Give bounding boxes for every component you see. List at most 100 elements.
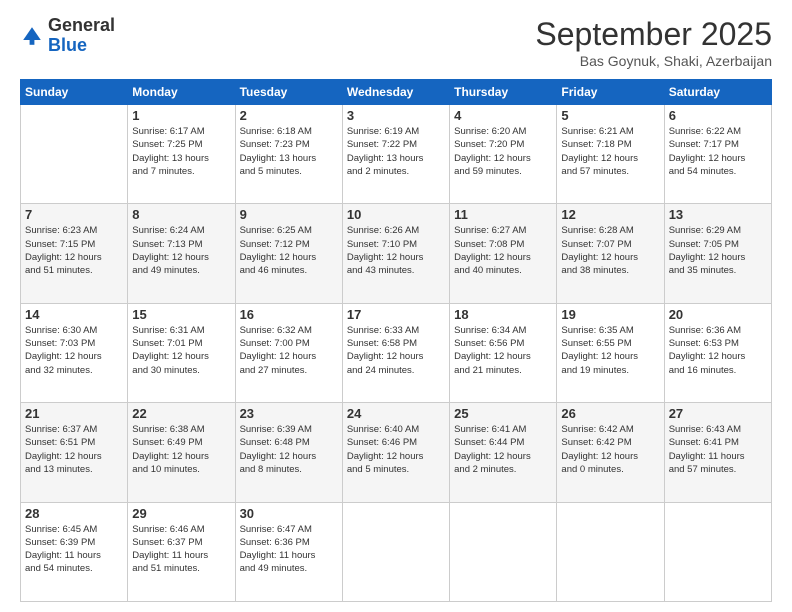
day-info: Sunrise: 6:36 AMSunset: 6:53 PMDaylight:… xyxy=(669,324,767,377)
day-number: 14 xyxy=(25,307,123,322)
calendar-day-cell: 22 Sunrise: 6:38 AMSunset: 6:49 PMDayligh… xyxy=(128,403,235,502)
logo-icon xyxy=(20,24,44,48)
calendar-day-cell: 12 Sunrise: 6:28 AMSunset: 7:07 PMDayligh… xyxy=(557,204,664,303)
day-number: 21 xyxy=(25,406,123,421)
logo: General Blue xyxy=(20,16,115,56)
page: General Blue September 2025 Bas Goynuk, … xyxy=(0,0,792,612)
calendar-day-header: Sunday xyxy=(21,80,128,105)
day-info: Sunrise: 6:28 AMSunset: 7:07 PMDaylight:… xyxy=(561,224,659,277)
calendar-day-cell: 14 Sunrise: 6:30 AMSunset: 7:03 PMDayligh… xyxy=(21,303,128,402)
calendar-day-cell: 8 Sunrise: 6:24 AMSunset: 7:13 PMDaylight… xyxy=(128,204,235,303)
calendar-week-row: 28 Sunrise: 6:45 AMSunset: 6:39 PMDayligh… xyxy=(21,502,772,601)
calendar-day-cell: 15 Sunrise: 6:31 AMSunset: 7:01 PMDayligh… xyxy=(128,303,235,402)
calendar-day-header: Friday xyxy=(557,80,664,105)
calendar-day-header: Wednesday xyxy=(342,80,449,105)
day-number: 22 xyxy=(132,406,230,421)
logo-blue: Blue xyxy=(48,35,87,55)
calendar-week-row: 14 Sunrise: 6:30 AMSunset: 7:03 PMDayligh… xyxy=(21,303,772,402)
day-number: 29 xyxy=(132,506,230,521)
calendar-day-cell: 23Sunrise: 6:39 AMSunset: 6:48 PMDayligh… xyxy=(235,403,342,502)
day-info: Sunrise: 6:41 AMSunset: 6:44 PMDaylight:… xyxy=(454,423,552,476)
day-info: Sunrise: 6:30 AMSunset: 7:03 PMDaylight:… xyxy=(25,324,123,377)
day-number: 20 xyxy=(669,307,767,322)
calendar-day-cell: 1 Sunrise: 6:17 AMSunset: 7:25 PMDaylight… xyxy=(128,105,235,204)
day-number: 9 xyxy=(240,207,338,222)
calendar-day-cell: 6 Sunrise: 6:22 AMSunset: 7:17 PMDaylight… xyxy=(664,105,771,204)
calendar-day-cell: 2 Sunrise: 6:18 AMSunset: 7:23 PMDaylight… xyxy=(235,105,342,204)
month-title: September 2025 xyxy=(535,16,772,53)
day-number: 3 xyxy=(347,108,445,123)
day-info: Sunrise: 6:47 AMSunset: 6:36 PMDaylight:… xyxy=(240,523,338,576)
calendar-day-cell: 27 Sunrise: 6:43 AMSunset: 6:41 PMDayligh… xyxy=(664,403,771,502)
calendar-day-cell: 17Sunrise: 6:33 AMSunset: 6:58 PMDayligh… xyxy=(342,303,449,402)
calendar-day-cell: 5 Sunrise: 6:21 AMSunset: 7:18 PMDaylight… xyxy=(557,105,664,204)
calendar-day-cell: 10Sunrise: 6:26 AMSunset: 7:10 PMDayligh… xyxy=(342,204,449,303)
day-number: 27 xyxy=(669,406,767,421)
day-info: Sunrise: 6:24 AMSunset: 7:13 PMDaylight:… xyxy=(132,224,230,277)
day-number: 25 xyxy=(454,406,552,421)
day-number: 13 xyxy=(669,207,767,222)
day-info: Sunrise: 6:39 AMSunset: 6:48 PMDaylight:… xyxy=(240,423,338,476)
day-info: Sunrise: 6:19 AMSunset: 7:22 PMDaylight:… xyxy=(347,125,445,178)
day-number: 6 xyxy=(669,108,767,123)
calendar-day-cell: 18 Sunrise: 6:34 AMSunset: 6:56 PMDayligh… xyxy=(450,303,557,402)
calendar-day-cell: 25 Sunrise: 6:41 AMSunset: 6:44 PMDayligh… xyxy=(450,403,557,502)
day-number: 18 xyxy=(454,307,552,322)
calendar-day-header: Tuesday xyxy=(235,80,342,105)
day-info: Sunrise: 6:46 AMSunset: 6:37 PMDaylight:… xyxy=(132,523,230,576)
day-number: 15 xyxy=(132,307,230,322)
calendar-day-cell: 4Sunrise: 6:20 AMSunset: 7:20 PMDaylight… xyxy=(450,105,557,204)
calendar-header-row: SundayMondayTuesdayWednesdayThursdayFrid… xyxy=(21,80,772,105)
calendar-week-row: 21Sunrise: 6:37 AMSunset: 6:51 PMDayligh… xyxy=(21,403,772,502)
calendar-day-cell: 19Sunrise: 6:35 AMSunset: 6:55 PMDayligh… xyxy=(557,303,664,402)
calendar-week-row: 7Sunrise: 6:23 AMSunset: 7:15 PMDaylight… xyxy=(21,204,772,303)
calendar-day-cell xyxy=(342,502,449,601)
calendar-day-header: Monday xyxy=(128,80,235,105)
location: Bas Goynuk, Shaki, Azerbaijan xyxy=(535,53,772,69)
day-number: 28 xyxy=(25,506,123,521)
day-info: Sunrise: 6:20 AMSunset: 7:20 PMDaylight:… xyxy=(454,125,552,178)
day-info: Sunrise: 6:34 AMSunset: 6:56 PMDaylight:… xyxy=(454,324,552,377)
day-info: Sunrise: 6:25 AMSunset: 7:12 PMDaylight:… xyxy=(240,224,338,277)
calendar-day-cell xyxy=(664,502,771,601)
calendar-day-cell: 16Sunrise: 6:32 AMSunset: 7:00 PMDayligh… xyxy=(235,303,342,402)
day-info: Sunrise: 6:17 AMSunset: 7:25 PMDaylight:… xyxy=(132,125,230,178)
logo-general: General xyxy=(48,15,115,35)
day-info: Sunrise: 6:21 AMSunset: 7:18 PMDaylight:… xyxy=(561,125,659,178)
calendar-day-cell: 30Sunrise: 6:47 AMSunset: 6:36 PMDayligh… xyxy=(235,502,342,601)
calendar-day-cell: 28 Sunrise: 6:45 AMSunset: 6:39 PMDayligh… xyxy=(21,502,128,601)
day-info: Sunrise: 6:33 AMSunset: 6:58 PMDaylight:… xyxy=(347,324,445,377)
day-info: Sunrise: 6:40 AMSunset: 6:46 PMDaylight:… xyxy=(347,423,445,476)
logo-text: General Blue xyxy=(48,16,115,56)
day-number: 24 xyxy=(347,406,445,421)
day-number: 8 xyxy=(132,207,230,222)
day-info: Sunrise: 6:38 AMSunset: 6:49 PMDaylight:… xyxy=(132,423,230,476)
header: General Blue September 2025 Bas Goynuk, … xyxy=(20,16,772,69)
calendar-day-cell: 29 Sunrise: 6:46 AMSunset: 6:37 PMDayligh… xyxy=(128,502,235,601)
title-block: September 2025 Bas Goynuk, Shaki, Azerba… xyxy=(535,16,772,69)
day-number: 1 xyxy=(132,108,230,123)
calendar-day-cell: 9 Sunrise: 6:25 AMSunset: 7:12 PMDaylight… xyxy=(235,204,342,303)
day-info: Sunrise: 6:31 AMSunset: 7:01 PMDaylight:… xyxy=(132,324,230,377)
calendar-day-cell: 11Sunrise: 6:27 AMSunset: 7:08 PMDayligh… xyxy=(450,204,557,303)
day-number: 10 xyxy=(347,207,445,222)
calendar-day-header: Saturday xyxy=(664,80,771,105)
day-info: Sunrise: 6:18 AMSunset: 7:23 PMDaylight:… xyxy=(240,125,338,178)
day-number: 2 xyxy=(240,108,338,123)
day-info: Sunrise: 6:42 AMSunset: 6:42 PMDaylight:… xyxy=(561,423,659,476)
day-info: Sunrise: 6:35 AMSunset: 6:55 PMDaylight:… xyxy=(561,324,659,377)
day-info: Sunrise: 6:27 AMSunset: 7:08 PMDaylight:… xyxy=(454,224,552,277)
calendar-day-cell xyxy=(450,502,557,601)
day-number: 16 xyxy=(240,307,338,322)
day-number: 5 xyxy=(561,108,659,123)
day-number: 12 xyxy=(561,207,659,222)
calendar-day-cell: 3 Sunrise: 6:19 AMSunset: 7:22 PMDaylight… xyxy=(342,105,449,204)
day-info: Sunrise: 6:29 AMSunset: 7:05 PMDaylight:… xyxy=(669,224,767,277)
day-info: Sunrise: 6:45 AMSunset: 6:39 PMDaylight:… xyxy=(25,523,123,576)
calendar-day-cell: 21Sunrise: 6:37 AMSunset: 6:51 PMDayligh… xyxy=(21,403,128,502)
calendar-week-row: 1 Sunrise: 6:17 AMSunset: 7:25 PMDaylight… xyxy=(21,105,772,204)
day-info: Sunrise: 6:22 AMSunset: 7:17 PMDaylight:… xyxy=(669,125,767,178)
calendar-day-cell xyxy=(21,105,128,204)
day-info: Sunrise: 6:43 AMSunset: 6:41 PMDaylight:… xyxy=(669,423,767,476)
calendar-table: SundayMondayTuesdayWednesdayThursdayFrid… xyxy=(20,79,772,602)
